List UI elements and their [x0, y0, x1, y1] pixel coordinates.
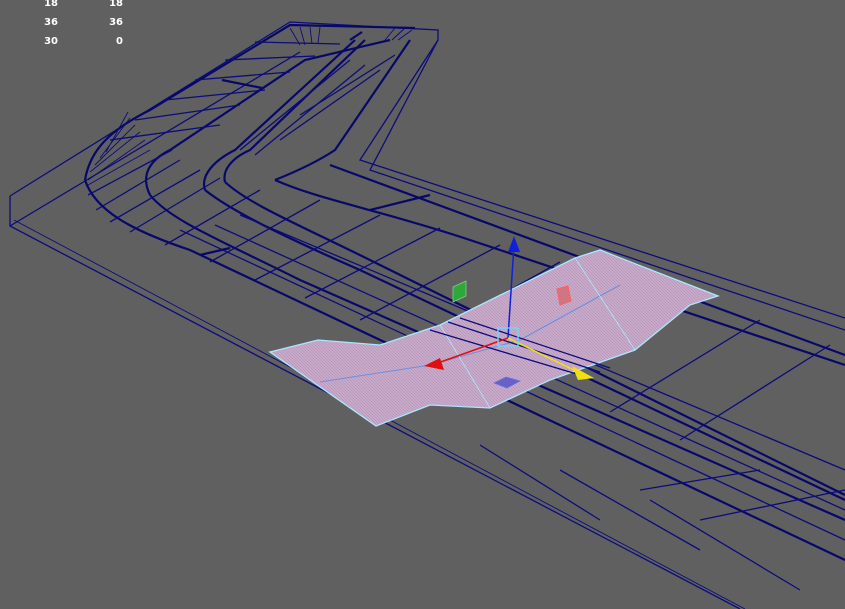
yz-plane-handle[interactable] [556, 285, 572, 306]
hud-value: 18 [44, 0, 58, 9]
hud-value: 36 [109, 17, 123, 28]
xy-plane-handle[interactable] [452, 280, 467, 303]
hud-value: 36 [44, 17, 58, 28]
hud-value: 30 [44, 36, 58, 47]
3d-viewport[interactable]: 18 18 36 36 30 0 [0, 0, 845, 609]
road-mesh [83, 23, 845, 591]
hud-row: 36 36 [0, 17, 130, 38]
hud-row: 30 0 [0, 36, 130, 57]
y-axis-arrow-icon[interactable] [508, 236, 520, 252]
wireframe-scene[interactable] [0, 0, 845, 609]
poly-count-hud: 18 18 36 36 30 0 [0, 0, 130, 57]
hud-value: 0 [116, 36, 123, 47]
hud-value: 18 [109, 0, 123, 9]
bounding-slab [9, 21, 845, 609]
